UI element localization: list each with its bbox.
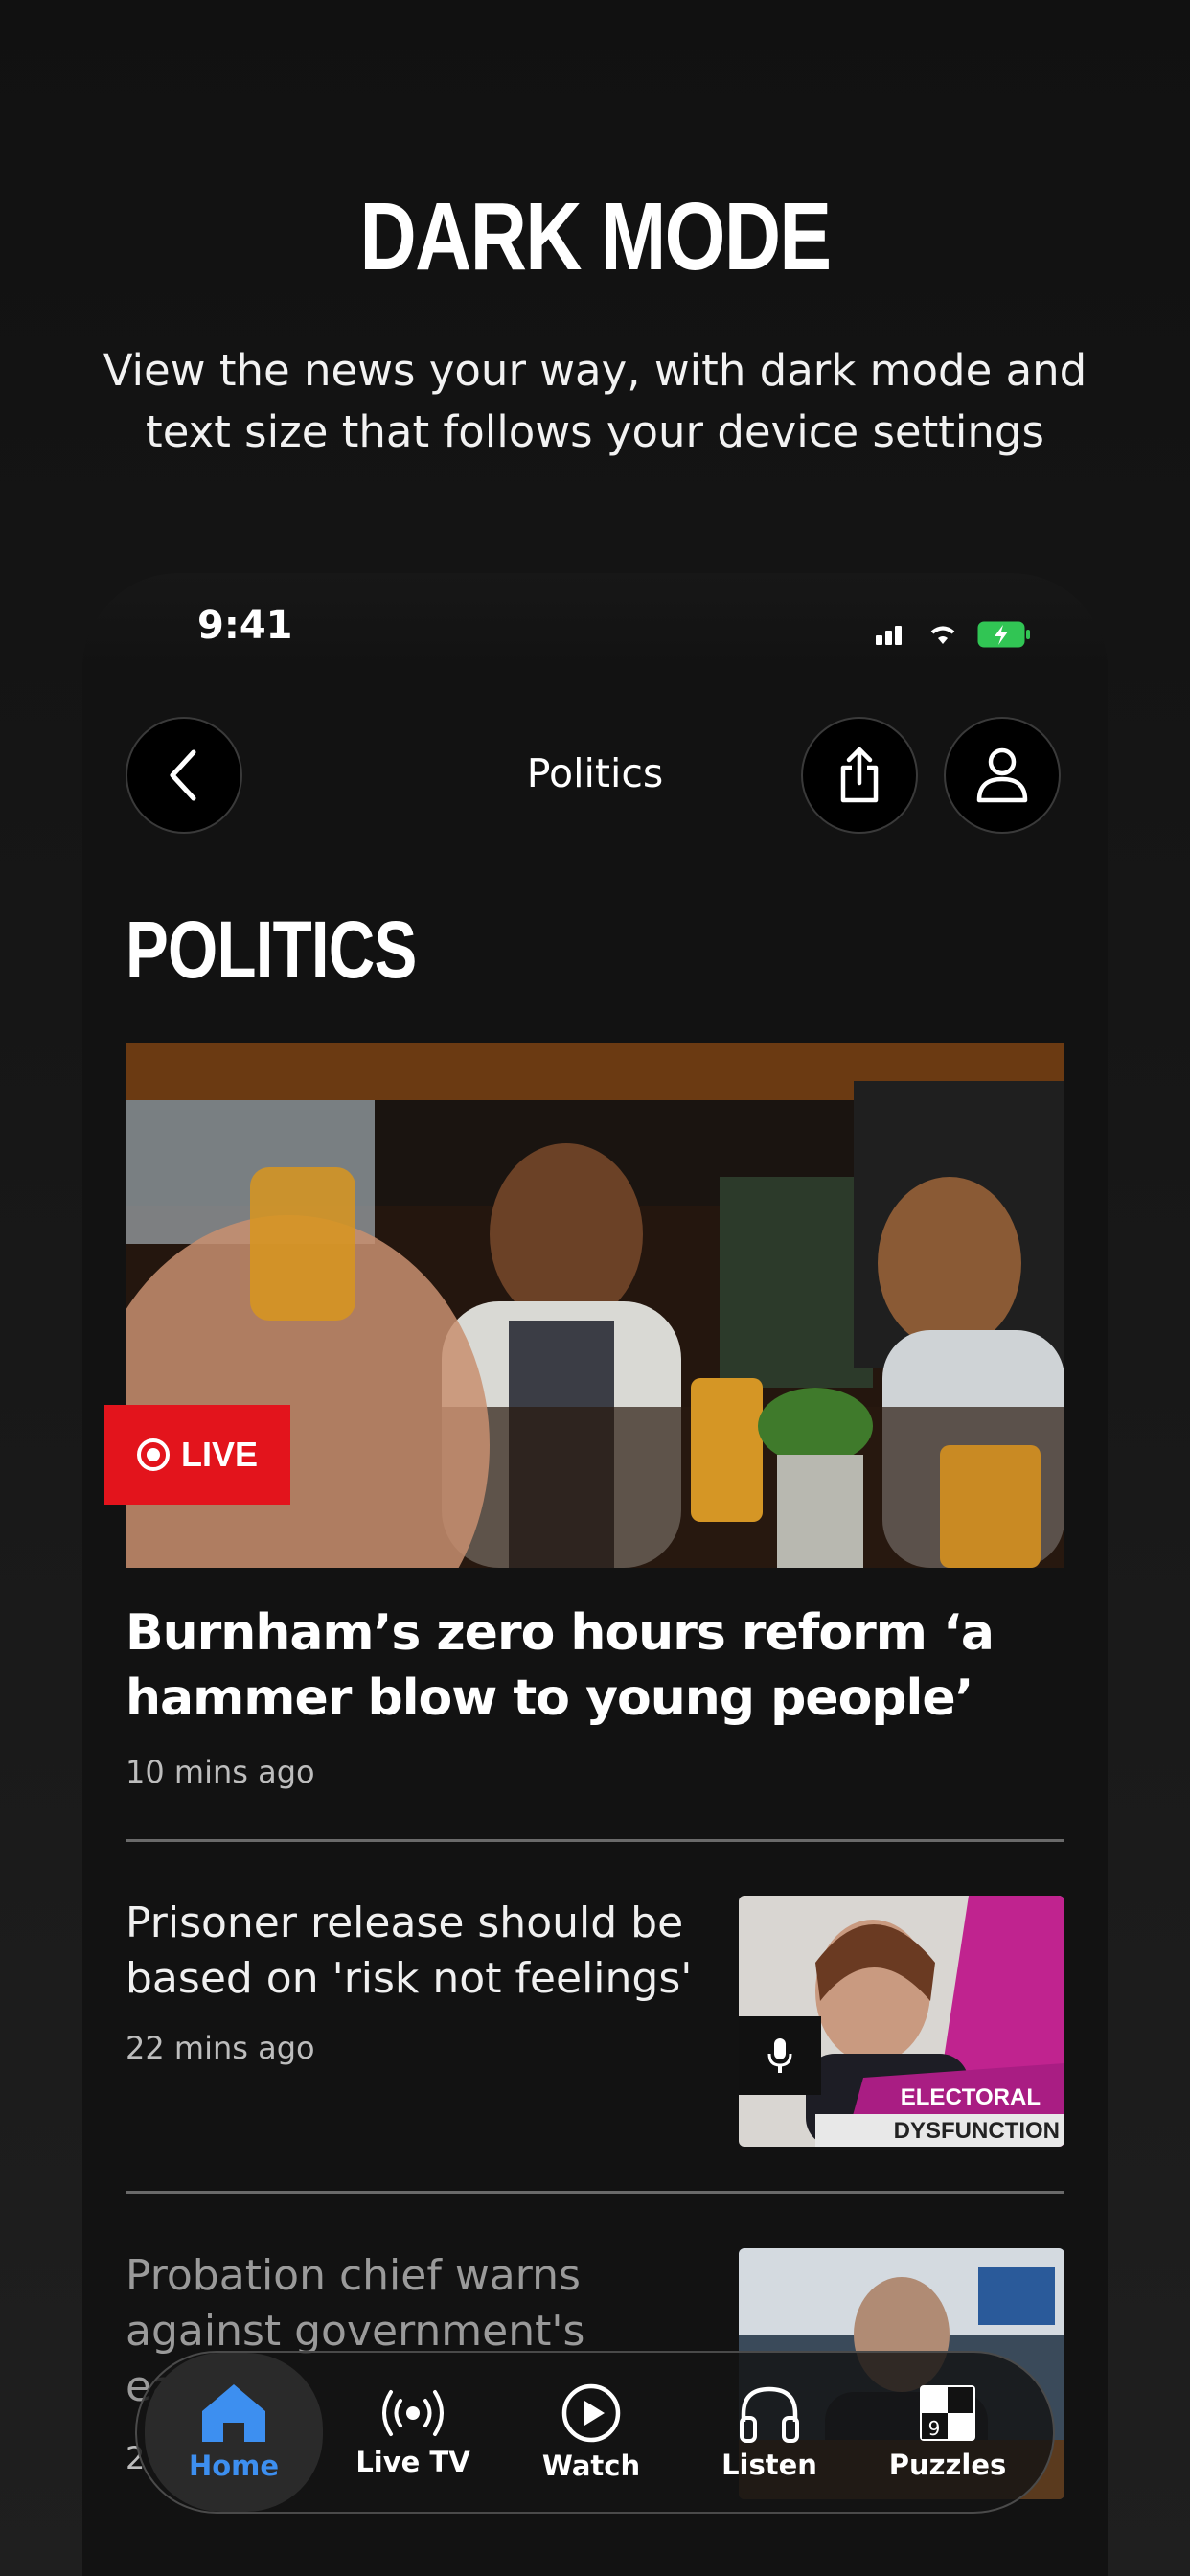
wifi-icon (930, 626, 955, 644)
story-thumbnail[interactable]: ELECTORAL DYSFUNCTION (739, 1896, 1064, 2147)
live-badge: LIVE (104, 1405, 290, 1505)
broadcast-icon (382, 2390, 444, 2436)
story-title[interactable]: Prisoner release should be based on 'ris… (126, 1896, 700, 2007)
story-timestamp: 22 mins ago (126, 2030, 315, 2066)
divider (126, 1839, 1064, 1842)
live-badge-label: LIVE (180, 1435, 258, 1474)
nav-title: Politics (526, 750, 664, 796)
tab-label: Listen (721, 2449, 817, 2481)
tab-label: Live TV (355, 2446, 470, 2478)
share-icon (840, 747, 879, 803)
status-time: 9:41 (197, 604, 293, 648)
status-icons (876, 621, 1031, 648)
tab-watch[interactable]: Watch (502, 2353, 680, 2512)
user-icon (976, 748, 1028, 803)
promo-title: DARK MODE (359, 183, 833, 290)
account-button[interactable] (944, 717, 1061, 834)
tab-label: Puzzles (888, 2449, 1007, 2481)
phone-screen: 9:41 Politics POLITICS LIVE Burnham’s ze… (82, 573, 1108, 2576)
hero-headline[interactable]: Burnham’s zero hours reform ‘a hammer bl… (126, 1600, 1074, 1731)
section-heading: POLITICS (126, 905, 417, 995)
tab-label: Home (188, 2450, 280, 2482)
hero-timestamp: 10 mins ago (126, 1754, 315, 1790)
status-bar: 9:41 (82, 573, 1108, 669)
home-icon (202, 2384, 265, 2442)
divider (126, 2191, 1064, 2194)
promo-subtitle: View the news your way, with dark mode a… (103, 345, 1087, 457)
puzzle-grid-icon: 9 (920, 2385, 975, 2441)
microphone-icon (767, 2038, 792, 2073)
tab-puzzles[interactable]: 9 Puzzles (858, 2353, 1037, 2512)
tab-live-tv[interactable]: Live TV (324, 2353, 502, 2512)
thumb-caption-1: ELECTORAL (901, 2084, 1041, 2110)
svg-text:9: 9 (928, 2417, 941, 2440)
signal-icon (876, 626, 902, 645)
tab-home[interactable]: Home (145, 2353, 323, 2512)
nav-bar: Politics (126, 717, 1064, 838)
tab-label: Watch (541, 2450, 641, 2482)
tab-bar: Home Live TV Watch Listen 9 Puzzles (135, 2351, 1055, 2514)
headphones-icon (740, 2386, 799, 2443)
live-record-icon (136, 1438, 170, 1471)
thumb-caption-2: DYSFUNCTION (894, 2118, 1060, 2144)
tab-listen[interactable]: Listen (680, 2353, 858, 2512)
battery-icon (977, 621, 1030, 648)
audio-badge (739, 2016, 821, 2095)
share-button[interactable] (801, 717, 918, 834)
play-icon (561, 2383, 621, 2443)
